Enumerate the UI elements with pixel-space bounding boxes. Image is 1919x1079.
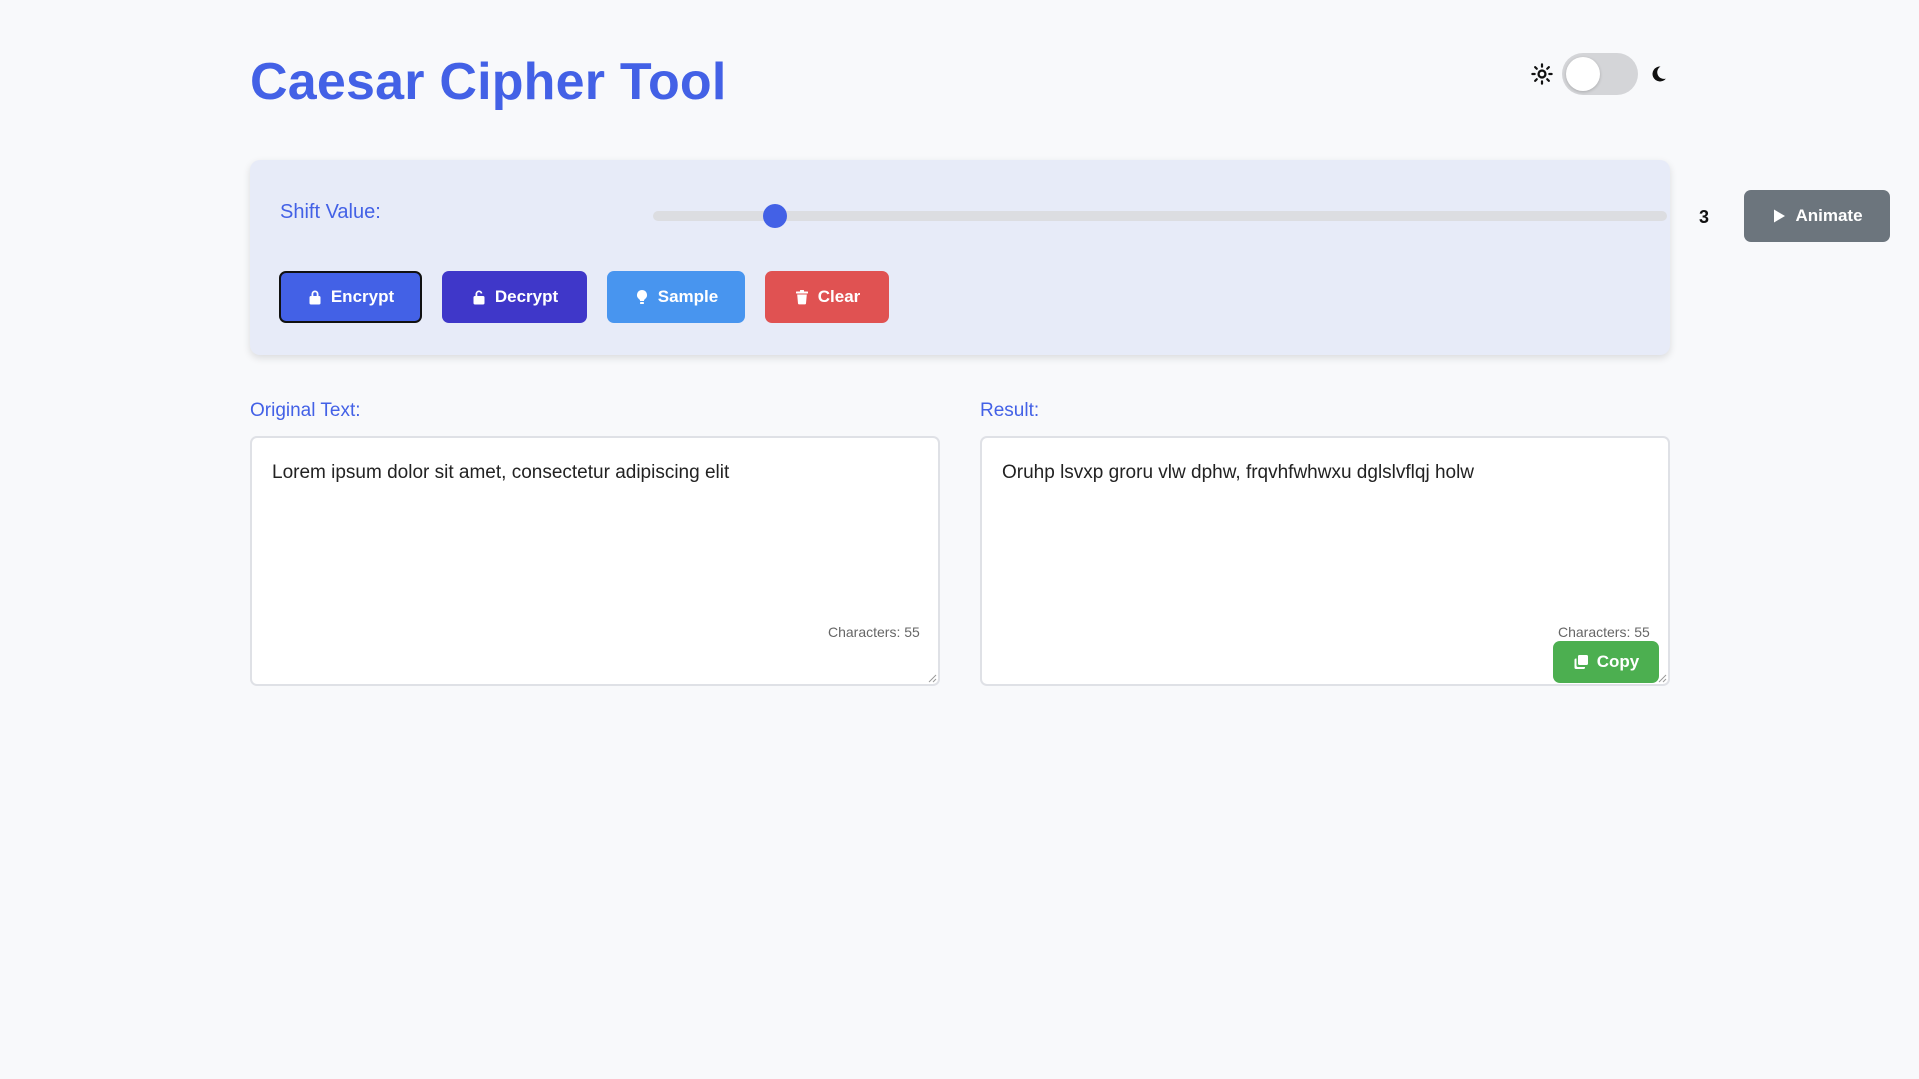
encrypt-button-label: Encrypt: [330, 287, 395, 306]
clear-button[interactable]: Clear: [765, 271, 889, 323]
lightbulb-icon: [636, 290, 647, 304]
play-icon: [1774, 209, 1786, 223]
decrypt-button-label: Decrypt: [494, 287, 559, 306]
copy-icon: [1574, 655, 1588, 669]
moon-icon: [1646, 62, 1670, 86]
animate-button-label: Animate: [1795, 206, 1863, 225]
lock-icon: [309, 290, 321, 305]
shift-value-display: 3: [1699, 207, 1710, 227]
result-text-value: Oruhp lsvxp groru vlw dphw, frqvhfwhwxu …: [1002, 462, 1475, 483]
original-text-value: Lorem ipsum dolor sit amet, consectetur …: [272, 462, 730, 483]
sample-button-label: Sample: [657, 287, 719, 306]
trash-icon: [795, 290, 808, 305]
shift-value-label: Shift Value:: [280, 201, 381, 223]
result-label: Result:: [980, 400, 1040, 421]
copy-button-label: Copy: [1596, 652, 1640, 671]
animate-button[interactable]: Animate: [1744, 190, 1890, 242]
theme-toggle: [1530, 52, 1670, 96]
unlock-icon: [473, 290, 485, 305]
theme-switch[interactable]: [1562, 53, 1638, 95]
copy-button[interactable]: Copy: [1553, 641, 1659, 683]
original-text-label: Original Text:: [250, 400, 361, 421]
shift-slider[interactable]: [653, 204, 1667, 228]
clear-button-label: Clear: [817, 287, 861, 306]
shift-slider-thumb[interactable]: [762, 204, 787, 228]
theme-switch-knob: [1566, 57, 1600, 91]
resize-handle-icon[interactable]: [927, 673, 937, 683]
sample-button[interactable]: Sample: [607, 271, 745, 323]
encrypt-button[interactable]: Encrypt: [279, 271, 422, 323]
original-char-count: Characters: 55: [828, 624, 920, 640]
page-title: Caesar Cipher Tool: [250, 53, 727, 111]
controls-panel: [250, 160, 1670, 355]
app-container: Caesar Cipher Tool Shift Value: 3 Animat…: [250, 0, 1890, 1079]
sun-icon: [1530, 62, 1554, 86]
original-text-input[interactable]: Lorem ipsum dolor sit amet, consectetur …: [250, 436, 940, 686]
result-char-count: Characters: 55: [1558, 624, 1650, 640]
decrypt-button[interactable]: Decrypt: [442, 271, 587, 323]
